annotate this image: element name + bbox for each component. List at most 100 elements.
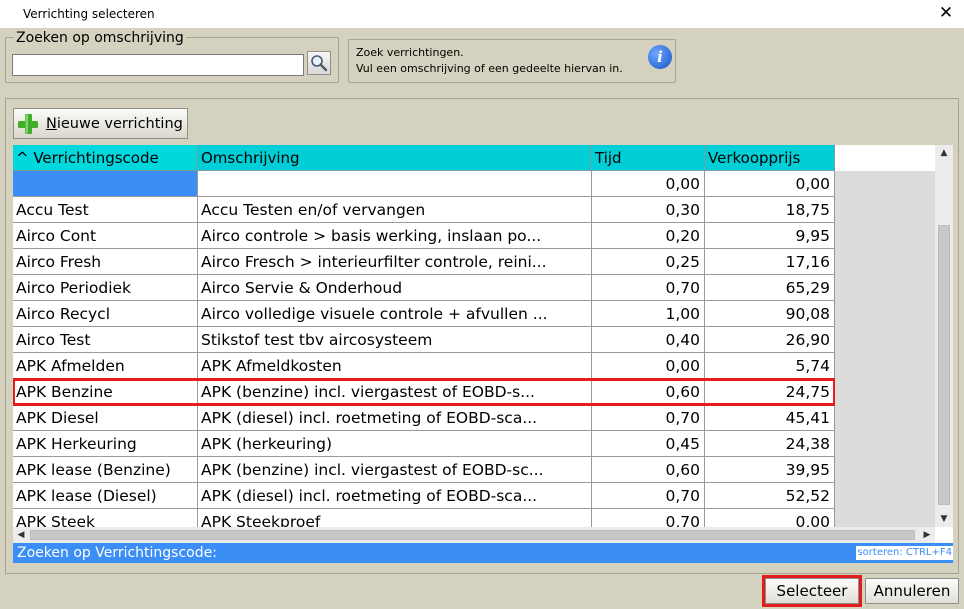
cell-verkoopprijs[interactable]: 17,16 bbox=[705, 249, 835, 275]
cell-omschrijving[interactable]: APK (benzine) incl. viergastest of EOBD-… bbox=[198, 457, 592, 483]
cell-omschrijving[interactable]: Stikstof test tbv aircosysteem bbox=[198, 327, 592, 353]
cell-verkoopprijs[interactable]: 90,08 bbox=[705, 301, 835, 327]
cell-tijd[interactable]: 0,25 bbox=[592, 249, 705, 275]
search-input[interactable] bbox=[12, 54, 304, 76]
cell-omschrijving[interactable]: APK (herkeuring) bbox=[198, 431, 592, 457]
cell-omschrijving[interactable]: Accu Testen en/of vervangen bbox=[198, 197, 592, 223]
table-row[interactable]: APK lease (Benzine) APK (benzine) incl. v… bbox=[13, 457, 835, 483]
cell-tijd[interactable]: 0,70 bbox=[592, 483, 705, 509]
cell-omschrijving[interactable]: APK Afmeldkosten bbox=[198, 353, 592, 379]
cell-tijd[interactable]: 1,00 bbox=[592, 301, 705, 327]
cell-tijd[interactable]: 0,45 bbox=[592, 431, 705, 457]
table-row[interactable]: Accu Test Accu Testen en/of vervangen 0,30… bbox=[13, 197, 835, 223]
cell-omschrijving[interactable]: APK (benzine) incl. viergastest of EOBD-… bbox=[198, 379, 592, 405]
cell-tijd[interactable]: 0,40 bbox=[592, 327, 705, 353]
info-line-1: Zoek verrichtingen. bbox=[356, 46, 464, 59]
cell-code[interactable]: Accu Test bbox=[13, 197, 198, 223]
cell-code[interactable] bbox=[13, 171, 198, 197]
cell-tijd[interactable]: 0,00 bbox=[592, 171, 705, 197]
table-row[interactable]: 0,00 0,00 bbox=[13, 171, 835, 197]
column-header-code[interactable]: ^ Verrichtingscode bbox=[13, 145, 198, 171]
cell-tijd[interactable]: 0,70 bbox=[592, 405, 705, 431]
cell-tijd[interactable]: 0,20 bbox=[592, 223, 705, 249]
plus-icon bbox=[18, 113, 38, 134]
cell-omschrijving[interactable]: Airco controle > basis werking, inslaan … bbox=[198, 223, 592, 249]
cell-code[interactable]: Airco Fresh bbox=[13, 249, 198, 275]
cell-tijd[interactable]: 0,60 bbox=[592, 379, 705, 405]
cell-verkoopprijs[interactable]: 5,74 bbox=[705, 353, 835, 379]
cell-verkoopprijs[interactable]: 0,00 bbox=[705, 171, 835, 197]
table-row[interactable]: Airco Test Stikstof test tbv aircosysteem… bbox=[13, 327, 835, 353]
scroll-down-icon[interactable]: ▼ bbox=[935, 511, 953, 527]
scroll-right-icon[interactable]: ▶ bbox=[919, 527, 935, 543]
cell-code[interactable]: APK Herkeuring bbox=[13, 431, 198, 457]
column-header-tijd[interactable]: Tijd bbox=[592, 145, 705, 171]
new-verrichting-button[interactable]: Nieuwe verrichting bbox=[13, 108, 188, 139]
table-row[interactable]: APK Herkeuring APK (herkeuring) 0,45 24,38 bbox=[13, 431, 835, 457]
info-line-2: Vul een omschrijving of een gedeelte hie… bbox=[356, 62, 623, 75]
grid-header: ^ Verrichtingscode Omschrijving Tijd Ver… bbox=[13, 145, 835, 171]
cell-omschrijving[interactable] bbox=[198, 171, 592, 197]
cell-code[interactable]: APK lease (Benzine) bbox=[13, 457, 198, 483]
cell-tijd[interactable]: 0,60 bbox=[592, 457, 705, 483]
vertical-scroll-thumb[interactable] bbox=[938, 225, 950, 505]
cell-omschrijving[interactable]: Airco Fresch > interieurfilter controle,… bbox=[198, 249, 592, 275]
close-icon[interactable]: ✕ bbox=[936, 3, 956, 23]
cell-verkoopprijs[interactable]: 24,75 bbox=[705, 379, 835, 405]
table-row[interactable]: Airco Recycl Airco volledige visuele cont… bbox=[13, 301, 835, 327]
cell-omschrijving[interactable]: APK (diesel) incl. roetmeting of EOBD-sc… bbox=[198, 405, 592, 431]
grid-empty-area bbox=[835, 171, 935, 527]
title-bar: Verrichting selecteren ✕ bbox=[0, 0, 964, 28]
results-panel: Nieuwe verrichting ^ Verrichtingscode Om… bbox=[5, 98, 959, 574]
search-group: Zoeken op omschrijving bbox=[5, 30, 339, 83]
table-row[interactable]: APK Diesel APK (diesel) incl. roetmeting … bbox=[13, 405, 835, 431]
scroll-up-icon[interactable]: ▲ bbox=[935, 145, 953, 161]
cell-omschrijving[interactable]: Airco volledige visuele controle + afvul… bbox=[198, 301, 592, 327]
cell-tijd[interactable]: 0,00 bbox=[592, 353, 705, 379]
table-row[interactable]: APK lease (Diesel) APK (diesel) incl. roe… bbox=[13, 483, 835, 509]
cell-verkoopprijs[interactable]: 0,00 bbox=[705, 509, 835, 527]
table-row[interactable]: APK Afmelden APK Afmeldkosten 0,00 5,74 bbox=[13, 353, 835, 379]
search-status-label: Zoeken op Verrichtingscode: bbox=[17, 545, 217, 561]
cell-code[interactable]: APK Benzine bbox=[13, 379, 198, 405]
select-button[interactable]: Selecteer bbox=[762, 575, 862, 607]
table-row[interactable]: Airco Fresh Airco Fresch > interieurfilte… bbox=[13, 249, 835, 275]
cell-verkoopprijs[interactable]: 52,52 bbox=[705, 483, 835, 509]
search-button[interactable] bbox=[307, 51, 331, 75]
cell-verkoopprijs[interactable]: 39,95 bbox=[705, 457, 835, 483]
cell-code[interactable]: APK Steek bbox=[13, 509, 198, 527]
cell-tijd[interactable]: 0,30 bbox=[592, 197, 705, 223]
cell-verkoopprijs[interactable]: 18,75 bbox=[705, 197, 835, 223]
horizontal-scrollbar[interactable]: ◀ ▶ bbox=[13, 527, 935, 543]
column-header-omschrijving[interactable]: Omschrijving bbox=[198, 145, 592, 171]
cell-code[interactable]: Airco Recycl bbox=[13, 301, 198, 327]
cell-tijd[interactable]: 0,70 bbox=[592, 509, 705, 527]
cell-verkoopprijs[interactable]: 9,95 bbox=[705, 223, 835, 249]
dialog-body: Zoeken op omschrijving Zoek verrichtinge… bbox=[0, 28, 964, 609]
horizontal-scroll-thumb[interactable] bbox=[30, 530, 915, 540]
cell-omschrijving[interactable]: APK (diesel) incl. roetmeting of EOBD-sc… bbox=[198, 483, 592, 509]
table-row[interactable]: APK Benzine APK (benzine) incl. viergaste… bbox=[13, 378, 835, 406]
cell-code[interactable]: Airco Cont bbox=[13, 223, 198, 249]
cancel-button[interactable]: Annuleren bbox=[865, 578, 959, 604]
search-legend: Zoeken op omschrijving bbox=[14, 30, 186, 46]
table-row[interactable]: APK Steek APK Steekproef 0,70 0,00 bbox=[13, 509, 835, 527]
cell-omschrijving[interactable]: Airco Servie & Onderhoud bbox=[198, 275, 592, 301]
cell-verkoopprijs[interactable]: 24,38 bbox=[705, 431, 835, 457]
cell-omschrijving[interactable]: APK Steekproef bbox=[198, 509, 592, 527]
column-header-verkoopprijs[interactable]: Verkoopprijs bbox=[705, 145, 835, 171]
vertical-scrollbar[interactable]: ▲ ▼ bbox=[935, 145, 953, 527]
info-box: Zoek verrichtingen. Vul een omschrijving… bbox=[348, 39, 676, 83]
cell-code[interactable]: APK lease (Diesel) bbox=[13, 483, 198, 509]
cell-tijd[interactable]: 0,70 bbox=[592, 275, 705, 301]
cell-verkoopprijs[interactable]: 45,41 bbox=[705, 405, 835, 431]
cell-verkoopprijs[interactable]: 65,29 bbox=[705, 275, 835, 301]
cell-code[interactable]: Airco Test bbox=[13, 327, 198, 353]
cell-verkoopprijs[interactable]: 26,90 bbox=[705, 327, 835, 353]
cell-code[interactable]: Airco Periodiek bbox=[13, 275, 198, 301]
cell-code[interactable]: APK Afmelden bbox=[13, 353, 198, 379]
scroll-left-icon[interactable]: ◀ bbox=[13, 527, 29, 543]
table-row[interactable]: Airco Periodiek Airco Servie & Onderhoud 0… bbox=[13, 275, 835, 301]
table-row[interactable]: Airco Cont Airco controle > basis werking… bbox=[13, 223, 835, 249]
cell-code[interactable]: APK Diesel bbox=[13, 405, 198, 431]
